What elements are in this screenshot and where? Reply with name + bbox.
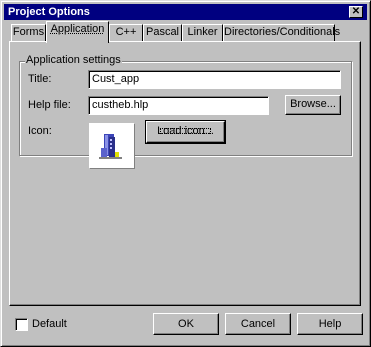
title-input[interactable]: Cust_app (88, 70, 341, 89)
default-label: Default (32, 318, 67, 330)
tab-directories-conditionals[interactable]: Directories/Conditionals (223, 24, 340, 41)
window-title: Project Options (8, 6, 90, 18)
default-checkbox[interactable] (15, 318, 28, 331)
group-label: Application settings (25, 54, 122, 67)
help-file-label: Help file: (28, 99, 71, 111)
cancel-button[interactable]: Cancel (225, 313, 291, 335)
icon-preview (89, 123, 135, 169)
tab-linker[interactable]: Linker (182, 24, 223, 41)
title-bar[interactable]: Project Options ✕ (4, 4, 367, 20)
tab-cpp[interactable]: C++ (109, 24, 143, 41)
help-file-input[interactable]: custheb.hlp (88, 96, 269, 115)
close-icon: ✕ (351, 6, 361, 17)
load-icon-button[interactable]: Load icon... (145, 120, 226, 144)
ok-button[interactable]: OK (153, 313, 219, 335)
tab-forms[interactable]: Forms (11, 24, 46, 41)
icon-label: Icon: (28, 125, 52, 137)
help-button[interactable]: Help (297, 313, 363, 335)
close-button[interactable]: ✕ (349, 6, 363, 18)
application-icon (99, 134, 122, 159)
title-label: Title: (28, 73, 52, 85)
tab-application[interactable]: Application (46, 21, 109, 43)
tab-pascal[interactable]: Pascal (143, 24, 182, 41)
browse-button[interactable]: Browse... (285, 95, 341, 115)
